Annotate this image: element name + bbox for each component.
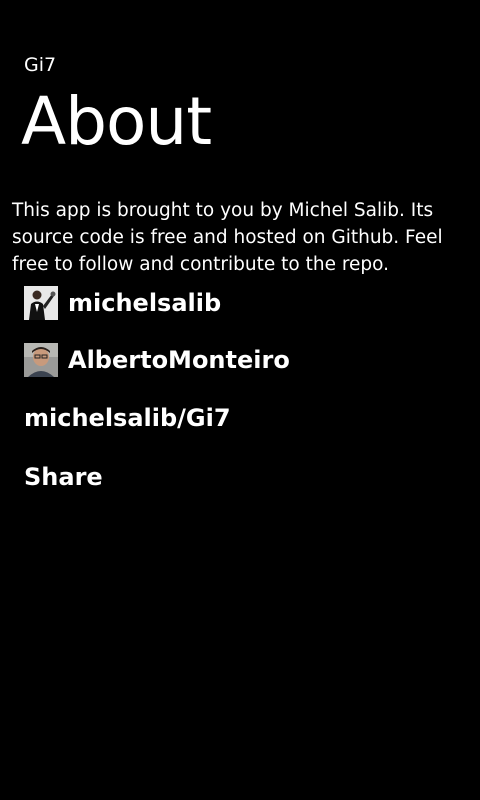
contributor-link-michelsalib[interactable]: michelsalib xyxy=(24,286,221,320)
repository-link[interactable]: michelsalib/Gi7 xyxy=(24,401,231,435)
about-description: This app is brought to you by Michel Sal… xyxy=(12,200,443,275)
avatar xyxy=(24,286,58,320)
app-title: Gi7 xyxy=(24,54,57,76)
contributor-link-albertomonteiro[interactable]: AlbertoMonteiro xyxy=(24,343,290,377)
share-button[interactable]: Share xyxy=(24,460,103,494)
link-label: michelsalib/Gi7 xyxy=(24,404,231,432)
link-label: michelsalib xyxy=(68,289,222,317)
link-label: Share xyxy=(24,463,103,491)
avatar xyxy=(24,343,58,377)
page-title: About xyxy=(21,83,212,160)
link-label: AlbertoMonteiro xyxy=(68,346,290,374)
